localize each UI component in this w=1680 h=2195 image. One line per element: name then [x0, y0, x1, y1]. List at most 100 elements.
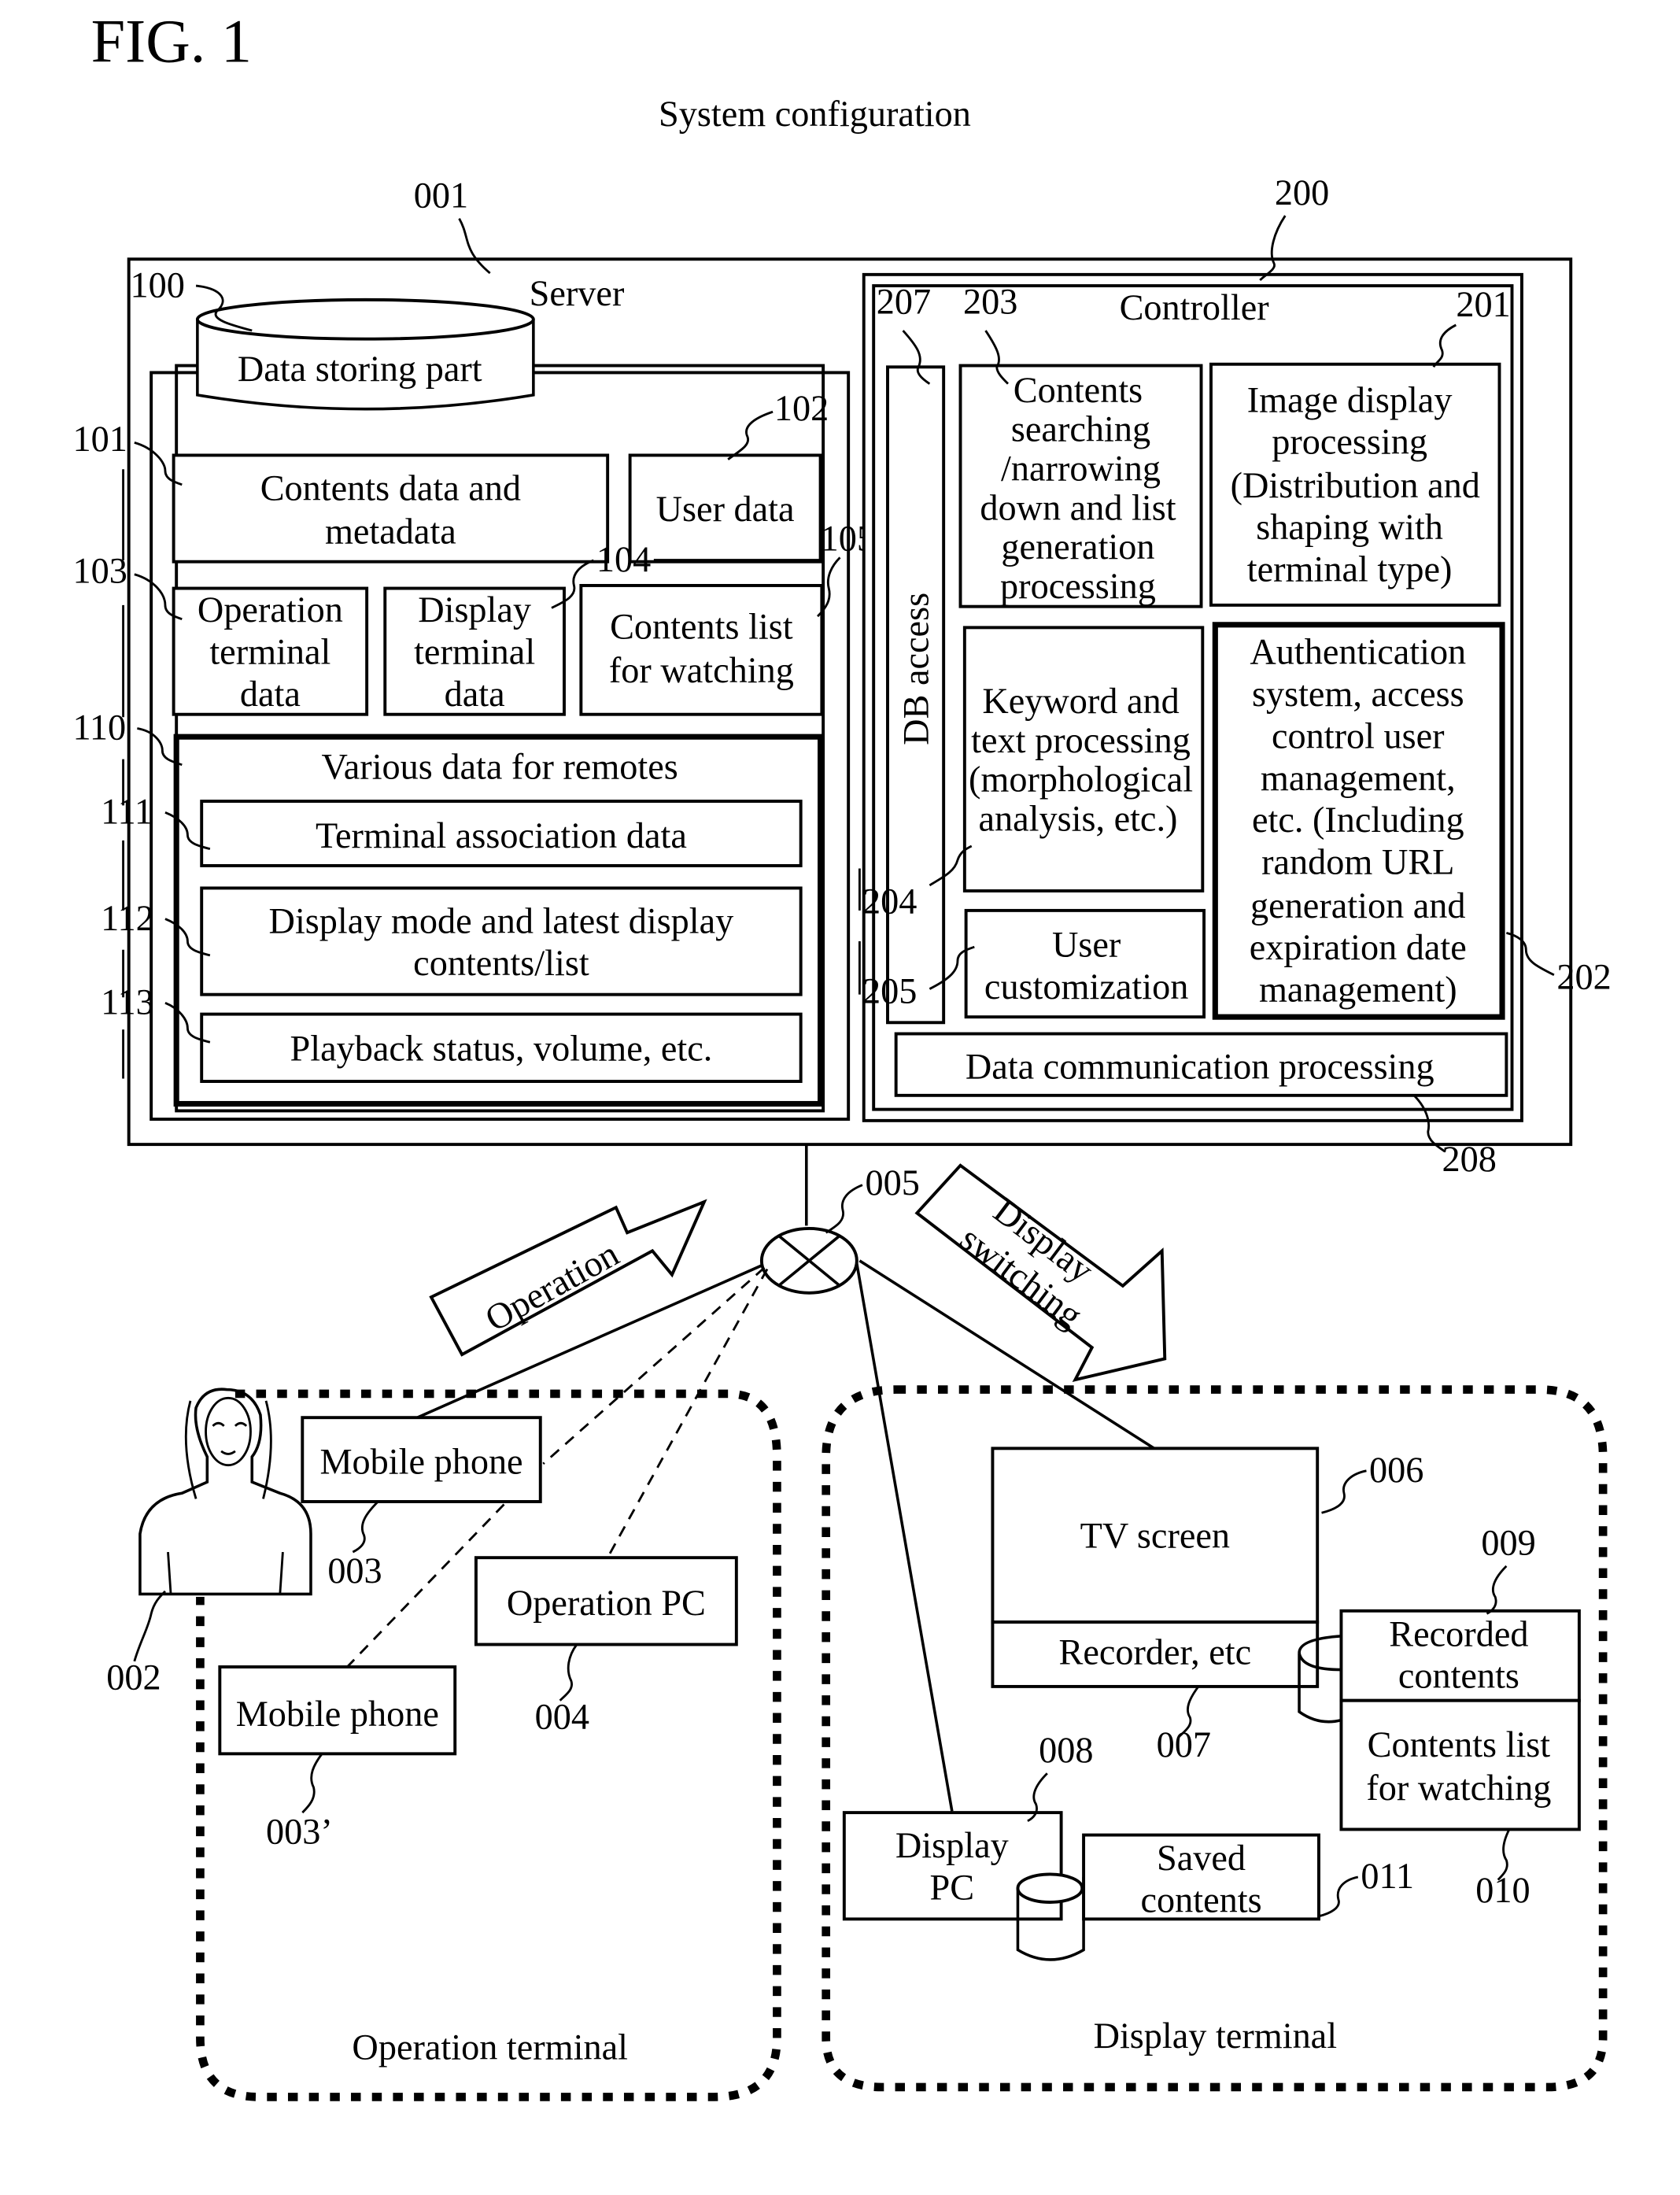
- authentication-line2: system, access: [1252, 674, 1464, 715]
- remotes-ref: 110: [73, 708, 127, 748]
- recorded-contents-line2: contents: [1398, 1657, 1519, 1697]
- user-person-icon: [138, 1388, 312, 1596]
- remotes-label: Various data for remotes: [322, 748, 678, 788]
- tv-screen-ref: 006: [1369, 1450, 1423, 1491]
- contents-data-ref: 101: [73, 419, 127, 460]
- display-terminal-label: Display terminal: [1094, 2016, 1337, 2056]
- saved-contents-leader: [1318, 1875, 1359, 1918]
- controller: 200 Controller DB access 207 Contents se…: [858, 173, 1612, 1180]
- contents-searching-line1: Contents: [1014, 371, 1143, 411]
- contents-searching-line3: /narrowing: [1001, 449, 1161, 489]
- network-ref: 005: [866, 1163, 920, 1203]
- display-mode-line2: contents/list: [413, 944, 589, 984]
- terminal-association-ref: 111: [101, 793, 153, 833]
- display-switching-arrow: Display switching: [914, 1163, 1167, 1383]
- authentication-line5: etc. (Including: [1252, 800, 1464, 841]
- contents-data-line1: Contents data and: [260, 468, 521, 508]
- recorded-contents-leader: [1486, 1565, 1508, 1615]
- authentication-ref: 202: [1556, 958, 1611, 998]
- contents-list-line2: for watching: [609, 651, 794, 691]
- network-hub-icon: [759, 1226, 858, 1295]
- operation-terminal-data-ref: 103: [73, 551, 127, 591]
- data-communication-label: Data communication processing: [966, 1047, 1434, 1087]
- user-customization-ref: 205: [862, 971, 917, 1011]
- display-mode-line1: Display mode and latest display: [269, 901, 734, 941]
- authentication-line4: management,: [1261, 759, 1456, 799]
- keyword-processing-line1: Keyword and: [982, 682, 1179, 722]
- keyword-processing-line4: analysis, etc.): [978, 799, 1177, 839]
- display-mode-ref: 112: [101, 899, 154, 939]
- image-display-ref: 201: [1456, 285, 1510, 325]
- operation-pc-ref: 004: [535, 1697, 589, 1737]
- display-pc-line1: Display: [895, 1826, 1009, 1866]
- data-storing-label: Data storing part: [238, 349, 482, 390]
- contents-data-line2: metadata: [325, 512, 456, 552]
- link-operation-pc: [606, 1268, 769, 1558]
- controller-ref: 200: [1275, 173, 1329, 213]
- display-terminal: Display terminal TV screen Recorder, etc…: [822, 1385, 1608, 2092]
- user-customization-line1: User: [1052, 926, 1121, 966]
- user-data-label: User data: [656, 490, 795, 530]
- server: 001 Server 100 Data storing part Content…: [73, 173, 1612, 1180]
- image-display-line2: processing: [1272, 423, 1427, 463]
- display-contents-list-ref: 010: [1475, 1871, 1530, 1911]
- recorder-label: Recorder, etc: [1058, 1632, 1251, 1672]
- authentication-line6: random URL: [1261, 843, 1454, 883]
- authentication-line1: Authentication: [1250, 633, 1466, 673]
- saved-contents-ref: 011: [1361, 1857, 1414, 1897]
- keyword-processing-ref: 204: [862, 881, 917, 922]
- image-display-line1: Image display: [1247, 380, 1453, 420]
- contents-searching-ref: 203: [963, 283, 1017, 323]
- contents-searching-line2: searching: [1011, 410, 1150, 450]
- user-data-ref: 102: [774, 389, 829, 429]
- link-display-pc: [855, 1263, 954, 1812]
- recorded-contents-line1: Recorded: [1389, 1614, 1528, 1654]
- display-terminal-data-line3: data: [445, 674, 505, 715]
- mobile-phone-label: Mobile phone: [319, 1442, 522, 1482]
- server-label: Server: [530, 274, 625, 314]
- image-display-line4: shaping with: [1256, 508, 1443, 548]
- display-contents-list-line2: for watching: [1366, 1768, 1551, 1809]
- user-ref: 002: [106, 1657, 161, 1698]
- display-pc-ref: 008: [1039, 1731, 1093, 1771]
- keyword-processing-line3: (morphological: [969, 760, 1193, 800]
- contents-searching-line5: generation: [1001, 527, 1154, 567]
- mobile-phone-2-label: Mobile phone: [236, 1694, 439, 1735]
- tv-screen-leader: [1321, 1469, 1367, 1514]
- data-storing-part: 100 Data storing part Contents data and …: [73, 265, 875, 1122]
- figure-subtitle: System configuration: [659, 94, 971, 135]
- playback-status-ref: 113: [101, 983, 154, 1023]
- link-mobile-phone-2: [542, 1266, 766, 1465]
- contents-searching-line6: processing: [1000, 567, 1156, 607]
- user-leader: [133, 1590, 166, 1662]
- recorded-contents-ref: 009: [1481, 1524, 1535, 1564]
- data-storing-ref: 100: [130, 265, 184, 305]
- display-terminal-data-line1: Display: [418, 590, 531, 630]
- operation-terminal-data-line2: terminal: [209, 633, 330, 673]
- operation-arrow: Operation: [429, 1199, 707, 1357]
- network-leader: [825, 1184, 863, 1234]
- authentication-line3: control user: [1272, 716, 1445, 756]
- display-contents-list-line1: Contents list: [1368, 1725, 1551, 1765]
- authentication-line7: generation and: [1250, 886, 1465, 926]
- operation-pc-label: Operation PC: [507, 1583, 706, 1624]
- terminal-association-label: Terminal association data: [316, 816, 687, 856]
- mobile-phone-leader: [352, 1500, 379, 1554]
- image-display-line5: terminal type): [1247, 550, 1453, 590]
- controller-label: Controller: [1120, 288, 1269, 328]
- operation-terminal-label: Operation terminal: [352, 2027, 628, 2068]
- system-configuration-diagram: FIG. 1 System configuration 001 Server 1…: [73, 6, 1612, 2101]
- mobile-phone-ref: 003: [327, 1551, 382, 1591]
- keyword-processing-line2: text processing: [971, 721, 1191, 761]
- contents-searching-line4: down and list: [980, 488, 1176, 528]
- server-ref: 001: [414, 176, 468, 216]
- image-display-line3: (Distribution and: [1231, 466, 1480, 506]
- saved-contents-line2: contents: [1140, 1880, 1261, 1920]
- db-access-ref: 207: [877, 283, 931, 323]
- db-access-label: DB access: [897, 593, 937, 745]
- operation-terminal: Operation terminal 002 Mobile phone 003 …: [106, 1388, 781, 2101]
- mobile-phone-2-ref: 003’: [266, 1812, 333, 1852]
- playback-status-label: Playback status, volume, etc.: [290, 1029, 713, 1069]
- display-terminal-data-ref: 104: [596, 540, 651, 580]
- mobile-phone-2-leader: [301, 1753, 323, 1814]
